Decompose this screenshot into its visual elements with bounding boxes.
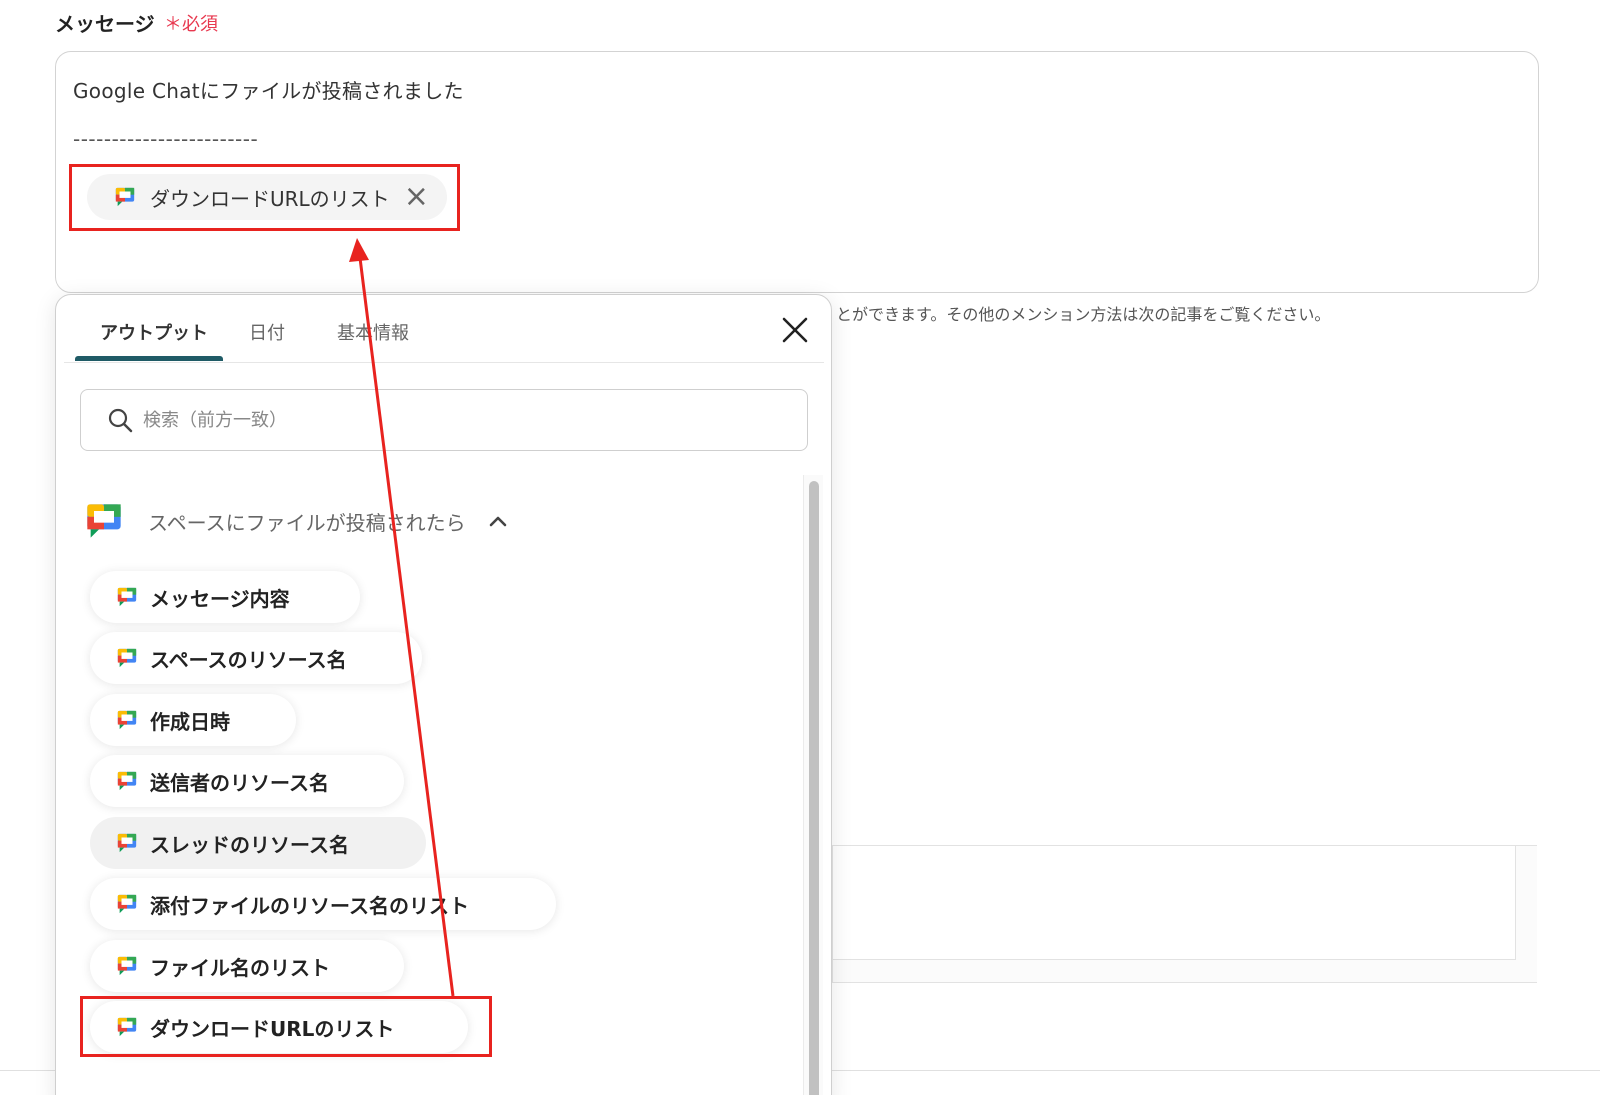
close-icon[interactable]: × bbox=[404, 182, 429, 212]
message-separator: ------------------------ bbox=[73, 127, 259, 151]
group-header[interactable]: スペースにファイルが投稿されたら bbox=[84, 501, 508, 541]
search-input[interactable] bbox=[143, 409, 743, 431]
close-icon[interactable] bbox=[778, 313, 812, 347]
scrollbar-thumb[interactable] bbox=[809, 481, 819, 1095]
token-label: ダウンロードURLのリスト bbox=[150, 186, 390, 211]
list-item[interactable]: スペースのリソース名 bbox=[90, 632, 422, 684]
list-item[interactable]: ダウンロードURLのリスト bbox=[90, 1001, 468, 1053]
item-label: 送信者のリソース名 bbox=[150, 770, 329, 795]
variable-token[interactable]: ダウンロードURLのリスト × bbox=[87, 174, 447, 220]
google-chat-icon bbox=[116, 1016, 138, 1038]
google-chat-icon bbox=[116, 893, 138, 915]
helper-text: とができます。その他のメンション方法は次の記事をご覧ください。 bbox=[836, 305, 1331, 324]
group-title: スペースにファイルが投稿されたら bbox=[148, 510, 466, 535]
message-editor[interactable]: Google Chatにファイルが投稿されました ---------------… bbox=[55, 51, 1539, 293]
item-label: スレッドのリソース名 bbox=[150, 832, 349, 857]
item-label: 作成日時 bbox=[150, 709, 230, 734]
google-chat-icon bbox=[116, 770, 138, 792]
required-badge: ＊必須 bbox=[164, 14, 218, 35]
tab-date[interactable]: 日付 bbox=[249, 319, 285, 345]
active-tab-indicator bbox=[75, 356, 223, 361]
field-label: メッセージ bbox=[55, 12, 155, 36]
message-line: Google Chatにファイルが投稿されました bbox=[73, 79, 464, 103]
google-chat-icon bbox=[116, 832, 138, 854]
list-item[interactable]: メッセージ内容 bbox=[90, 571, 360, 623]
list-item[interactable]: ファイル名のリスト bbox=[90, 940, 404, 992]
item-label: スペースのリソース名 bbox=[150, 647, 347, 672]
google-chat-icon bbox=[116, 586, 138, 608]
list-item[interactable]: 添付ファイルのリソース名のリスト bbox=[90, 878, 556, 930]
tab-bar: アウトプット 日付 基本情報 bbox=[64, 295, 824, 363]
list-item[interactable]: 作成日時 bbox=[90, 694, 296, 746]
chevron-up-icon[interactable] bbox=[488, 514, 508, 528]
list-item[interactable]: スレッドのリソース名 bbox=[90, 817, 426, 869]
item-label: メッセージ内容 bbox=[150, 586, 290, 611]
background-panel bbox=[832, 845, 1537, 983]
search-field[interactable] bbox=[80, 389, 808, 451]
google-chat-icon bbox=[116, 955, 138, 977]
output-picker-popover: アウトプット 日付 基本情報 スペースにファイルが投稿されたら メッセージ内容 … bbox=[55, 294, 832, 1095]
search-icon bbox=[108, 408, 133, 433]
google-chat-icon bbox=[116, 709, 138, 731]
item-label: ダウンロードURLのリスト bbox=[150, 1016, 395, 1041]
item-label: ファイル名のリスト bbox=[150, 955, 330, 980]
background-panel-inner bbox=[833, 846, 1516, 960]
tab-output[interactable]: アウトプット bbox=[100, 319, 208, 345]
google-chat-icon bbox=[114, 186, 136, 208]
scrollbar[interactable] bbox=[803, 475, 823, 1095]
item-label: 添付ファイルのリソース名のリスト bbox=[150, 893, 469, 918]
google-chat-icon bbox=[116, 647, 138, 669]
tab-basic-info[interactable]: 基本情報 bbox=[337, 319, 409, 345]
google-chat-icon bbox=[84, 501, 124, 541]
list-item[interactable]: 送信者のリソース名 bbox=[90, 755, 404, 807]
